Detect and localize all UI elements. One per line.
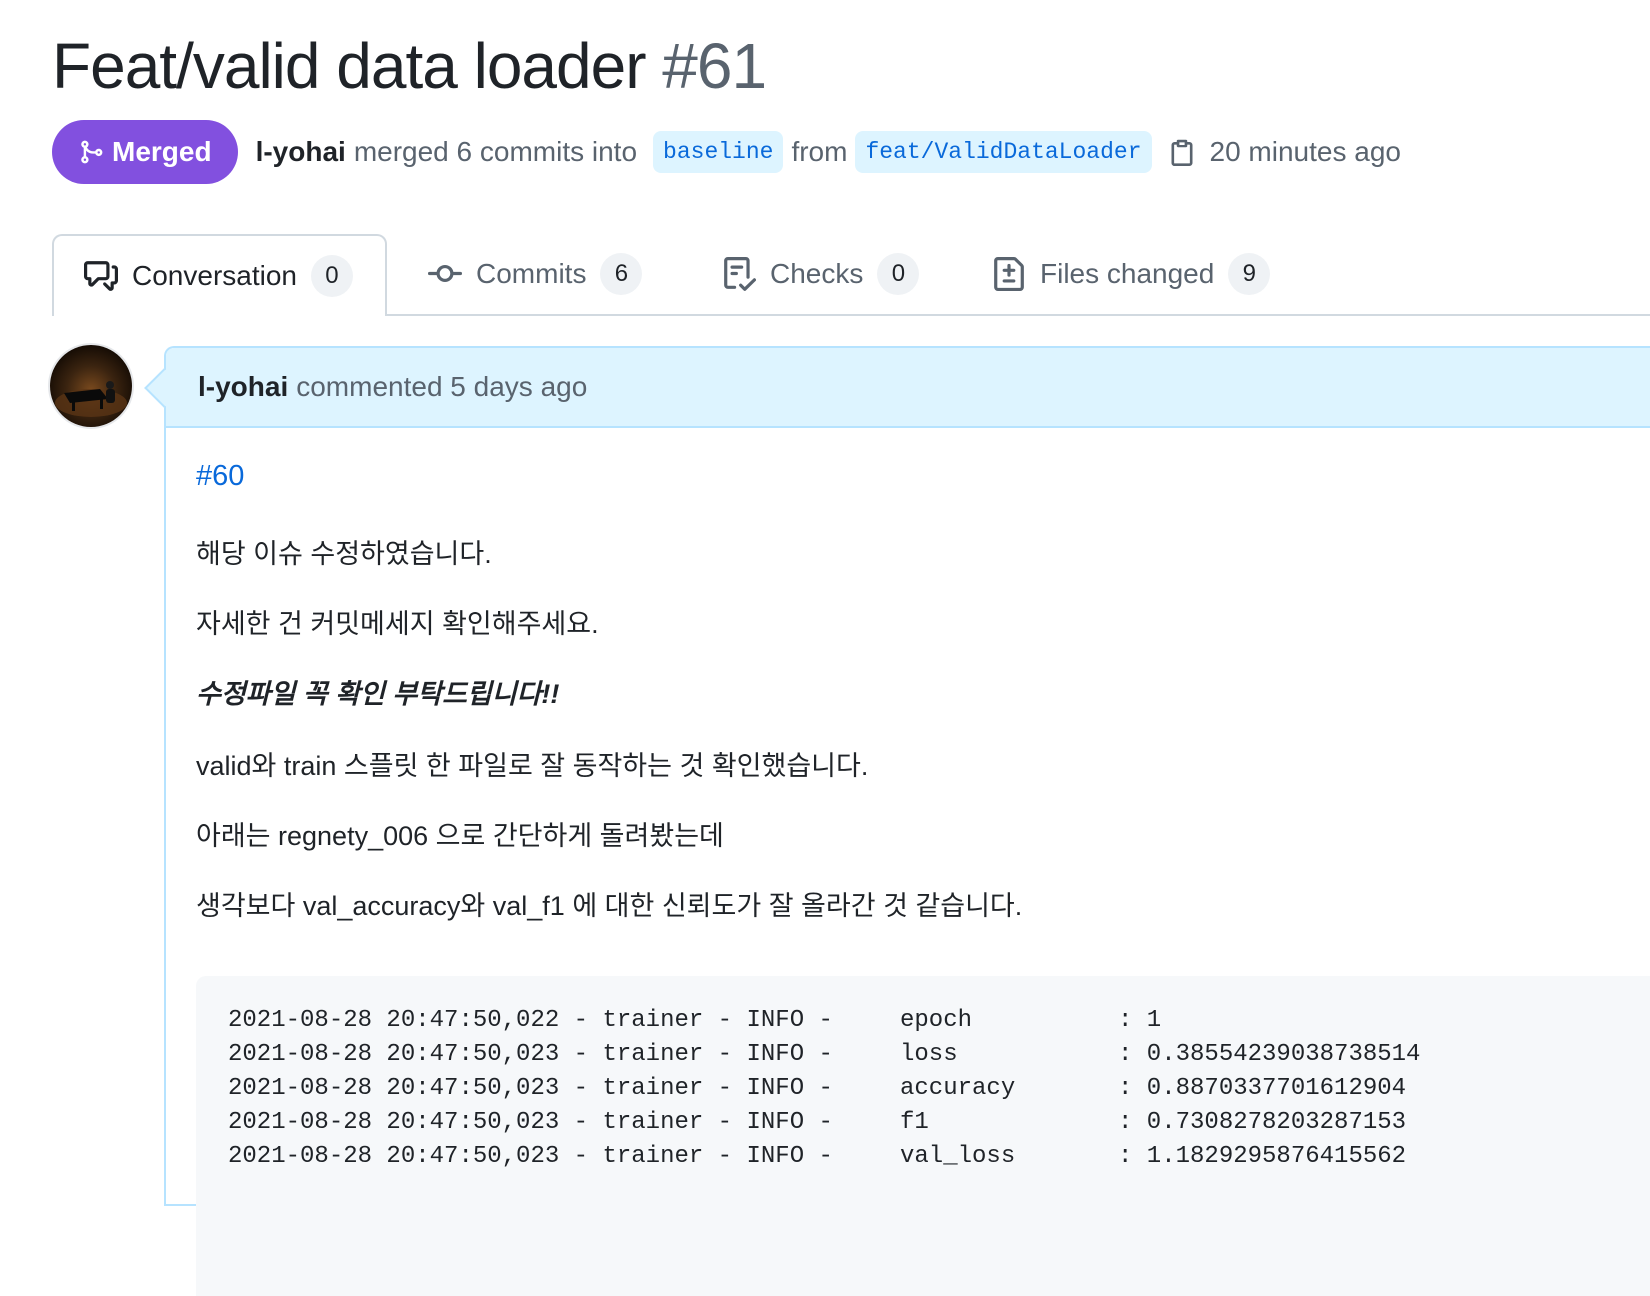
code-line: 2021-08-28 20:47:50,023 - trainer - INFO… — [228, 1072, 1650, 1106]
tab-files-changed-count: 9 — [1228, 253, 1271, 295]
copy-icon[interactable] — [1168, 137, 1196, 167]
code-line: 2021-08-28 20:47:50,023 - trainer - INFO… — [228, 1106, 1650, 1140]
git-merge-icon — [81, 140, 103, 164]
pr-meta: Merged l-yohai merged 6 commits into bas… — [52, 120, 1401, 184]
comment-discussion-icon — [84, 261, 118, 291]
git-commit-icon — [428, 264, 462, 282]
comment-paragraph-emphasis: 수정파일 꼭 확인 부탁드립니다!! — [196, 679, 560, 709]
tab-conversation-label: Conversation — [132, 260, 297, 291]
avatar-image — [55, 381, 127, 417]
comment-author-link[interactable]: l-yohai — [198, 371, 288, 403]
tab-commits-label: Commits — [476, 258, 587, 289]
pr-number: #61 — [662, 30, 767, 102]
code-prefix: 2021-08-28 20:47:50,022 - trainer - INFO… — [228, 1007, 833, 1034]
merged-text: merged 6 commits into — [353, 136, 638, 167]
comment-paragraph: 아래는 regnety_006 으로 간단하게 돌려봤는데 — [196, 821, 724, 851]
avatar[interactable] — [50, 345, 132, 427]
comment-header: l-yohai commented 5 days ago — [144, 348, 1650, 428]
code-key: val_loss — [900, 1143, 1016, 1170]
code-block: 2021-08-28 20:47:50,022 - trainer - INFO… — [196, 976, 1650, 1296]
pr-tabs: Conversation 0 Commits 6 Checks 0 Files … — [52, 234, 1650, 316]
comment-paragraph: valid와 train 스플릿 한 파일로 잘 동작하는 것 확인했습니다. — [196, 751, 869, 781]
code-prefix: 2021-08-28 20:47:50,023 - trainer - INFO… — [228, 1143, 833, 1170]
comment-meta[interactable]: commented 5 days ago — [296, 371, 587, 403]
code-prefix: 2021-08-28 20:47:50,023 - trainer - INFO… — [228, 1041, 833, 1068]
base-branch[interactable]: baseline — [653, 131, 784, 173]
checklist-icon — [724, 257, 756, 291]
pr-author-link[interactable]: l-yohai — [256, 136, 346, 168]
code-key: accuracy — [900, 1075, 1016, 1102]
comment-paragraph: 자세한 건 커밋메세지 확인해주세요. — [196, 609, 599, 639]
head-branch[interactable]: feat/ValidDataLoader — [855, 131, 1152, 173]
merged-time: 20 minutes ago — [1209, 136, 1401, 167]
code-line: 2021-08-28 20:47:50,023 - trainer - INFO… — [228, 1140, 1650, 1174]
tab-files-changed[interactable]: Files changed 9 — [992, 234, 1271, 314]
code-value: : 0.8870337701612904 — [1118, 1075, 1407, 1102]
pr-title: Feat/valid data loader #61 — [52, 28, 767, 104]
code-line: 2021-08-28 20:47:50,022 - trainer - INFO… — [228, 1004, 1650, 1038]
comment-paragraph: 생각보다 val_accuracy와 val_f1 에 대한 신뢰도가 잘 올라… — [196, 891, 1023, 921]
tab-conversation-count: 0 — [310, 255, 353, 297]
code-line: 2021-08-28 20:47:50,023 - trainer - INFO… — [228, 1038, 1650, 1072]
issue-link[interactable]: #60 — [196, 460, 244, 493]
code-value: : 0.38554239038738514 — [1118, 1041, 1421, 1068]
code-value: : 0.7308278203287153 — [1118, 1109, 1407, 1136]
file-diff-icon — [994, 257, 1024, 291]
comment-pointer — [144, 368, 184, 408]
code-value: : 1 — [1118, 1007, 1162, 1034]
tab-conversation[interactable]: Conversation 0 — [52, 234, 387, 316]
code-key: loss — [900, 1041, 958, 1068]
comment-box: l-yohai commented 5 days ago #60 해당 이슈 수… — [144, 346, 1650, 1296]
code-prefix: 2021-08-28 20:47:50,023 - trainer - INFO… — [228, 1075, 833, 1102]
tab-checks-count: 0 — [877, 253, 920, 295]
code-prefix: 2021-08-28 20:47:50,023 - trainer - INFO… — [228, 1109, 833, 1136]
tab-commits-count: 6 — [600, 253, 643, 295]
merged-label: Merged — [112, 136, 212, 167]
tab-commits[interactable]: Commits 6 — [428, 234, 643, 314]
comment-paragraph: 해당 이슈 수정하였습니다. — [196, 539, 492, 569]
tab-files-changed-label: Files changed — [1040, 258, 1215, 289]
pr-title-text: Feat/valid data loader — [52, 30, 646, 102]
code-key: epoch — [900, 1007, 973, 1034]
from-text: from — [791, 136, 848, 167]
tab-checks-label: Checks — [770, 258, 864, 289]
tab-checks[interactable]: Checks 0 — [722, 234, 920, 314]
code-value: : 1.1829295876415562 — [1118, 1143, 1407, 1170]
merged-badge: Merged — [52, 120, 238, 184]
code-key: f1 — [900, 1109, 929, 1136]
